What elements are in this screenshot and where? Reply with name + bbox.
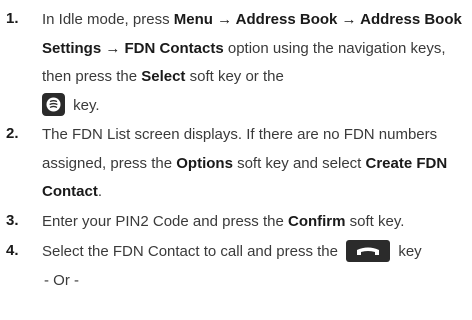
step-2: 2. The FDN List screen displays. If ther… <box>0 121 472 206</box>
step-text-segment: Enter your PIN2 Code and press the <box>42 213 288 230</box>
step-text: In Idle mode, press Menu → Address Book … <box>42 6 467 120</box>
step-text-segment: soft key or the <box>185 68 284 85</box>
step-number: 3. <box>6 212 19 229</box>
step-1: 1. In Idle mode, press Menu → Address Bo… <box>0 6 472 121</box>
step-number: 2. <box>6 125 19 142</box>
step-text-segment: In Idle mode, press <box>42 11 174 28</box>
step-number: 4. <box>6 242 19 259</box>
step-text: The FDN List screen displays. If there a… <box>42 121 467 207</box>
step-number: 1. <box>6 10 19 27</box>
options-softkey-label: Options <box>176 154 233 172</box>
instruction-document: 1. In Idle mode, press Menu → Address Bo… <box>0 0 472 320</box>
step-text-segment: . <box>97 183 103 200</box>
confirm-softkey-label: Confirm <box>287 213 346 230</box>
step-text: Select the FDN Contact to call and press… <box>42 238 467 295</box>
step-text-segment: soft key and select <box>232 154 366 172</box>
step-text-segment: soft key. <box>345 213 405 230</box>
call-key-icon <box>346 240 391 262</box>
step-text: Enter your PIN2 Code and press the Confi… <box>42 208 467 237</box>
step-text-segment: Select the FDN Contact to call and press… <box>42 243 343 260</box>
select-key-icon <box>42 92 65 116</box>
or-separator: - Or - <box>44 271 79 289</box>
step-3: 3. Enter your PIN2 Code and press the Co… <box>0 208 472 238</box>
step-text-segment: key <box>394 243 422 260</box>
step-4: 4. Select the FDN Contact to call and pr… <box>0 238 472 318</box>
select-softkey-label: Select <box>141 68 186 85</box>
step-text-segment: key. <box>69 96 100 114</box>
